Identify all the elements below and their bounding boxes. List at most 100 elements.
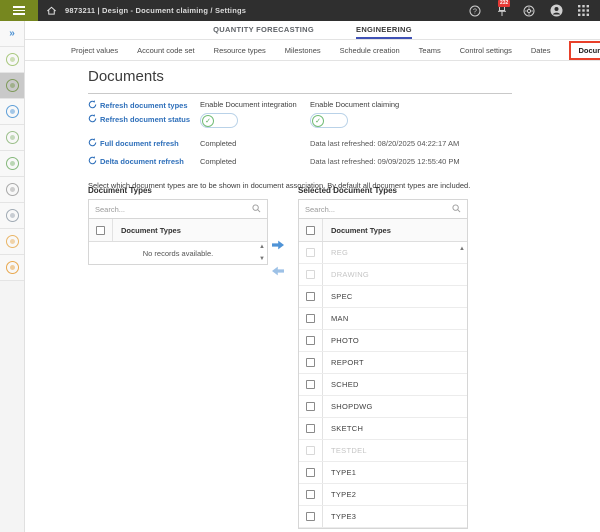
integration-toggle[interactable]: ✓	[200, 113, 238, 128]
module-document-icon[interactable]	[0, 203, 24, 229]
available-searchbox	[88, 199, 268, 219]
available-table-header: Document Types	[89, 219, 267, 242]
delta-refresh-info: Data last refreshed: 09/09/2025 12:55:40…	[310, 157, 512, 167]
subtab[interactable]: Schedule creation	[340, 46, 400, 55]
module-compliance-icon[interactable]	[0, 177, 24, 203]
module-gauge-icon[interactable]	[0, 47, 24, 73]
scroll-up-icon[interactable]: ▲	[259, 244, 265, 250]
subtab[interactable]: Teams	[419, 46, 441, 55]
row-checkbox[interactable]	[306, 248, 315, 257]
subtab[interactable]: Account code set	[137, 46, 195, 55]
document-type-row[interactable]: TESTDEL	[299, 440, 467, 462]
sidebar-expand-button[interactable]: »	[0, 21, 24, 47]
module-explore-icon[interactable]	[0, 255, 24, 281]
module-report-icon[interactable]	[0, 229, 24, 255]
page-title: Documents	[88, 68, 164, 85]
move-right-arrow-button[interactable]	[271, 237, 285, 247]
tabbar: QUANTITY FORECASTING ENGINEERING	[25, 21, 600, 40]
document-type-row[interactable]: TYPE1	[299, 462, 467, 484]
move-left-arrow-button[interactable]	[271, 263, 285, 273]
row-checkbox[interactable]	[306, 468, 315, 477]
available-list-title: Document Types	[88, 186, 268, 195]
pin-notification-icon[interactable]: 232	[495, 4, 509, 18]
document-type-row[interactable]: TYPE3	[299, 506, 467, 528]
document-type-row[interactable]: PHOTO	[299, 330, 467, 352]
select-all-checkbox[interactable]	[306, 226, 315, 235]
settings-section: Enable Document integration Enable Docum…	[88, 100, 512, 190]
help-icon[interactable]: ?	[468, 4, 482, 18]
selected-table: Document Types REG DRAWING	[298, 219, 468, 529]
selected-table-header: Document Types	[299, 219, 467, 242]
title-divider	[88, 93, 512, 94]
row-checkbox[interactable]	[306, 336, 315, 345]
refresh-icon	[88, 138, 97, 149]
account-icon[interactable]	[549, 4, 563, 18]
row-checkbox[interactable]	[306, 424, 315, 433]
selected-table-body: REG DRAWING SPEC MAN	[299, 242, 467, 528]
module-target-icon[interactable]	[0, 99, 24, 125]
full-refresh-info: Data last refreshed: 08/20/2025 04:22:17…	[310, 139, 512, 149]
available-search-input[interactable]	[95, 205, 252, 214]
claiming-toggle[interactable]: ✓	[310, 113, 348, 128]
apps-grid-icon[interactable]	[576, 4, 590, 18]
search-icon	[452, 200, 461, 218]
row-checkbox[interactable]	[306, 490, 315, 499]
integration-label: Enable Document integration	[200, 100, 310, 109]
subtab[interactable]: Dates	[531, 46, 551, 55]
menu-icon[interactable]	[0, 0, 38, 21]
module-control-icon[interactable]	[0, 73, 24, 99]
row-checkbox[interactable]	[306, 402, 315, 411]
column-header: Document Types	[323, 226, 391, 235]
document-type-row[interactable]: TYPE2	[299, 484, 467, 506]
row-checkbox[interactable]	[306, 380, 315, 389]
document-type-row[interactable]: MAN	[299, 308, 467, 330]
module-plan-icon[interactable]	[0, 151, 24, 177]
row-checkbox[interactable]	[306, 270, 315, 279]
document-type-row[interactable]: SKETCH	[299, 418, 467, 440]
selected-document-types-panel: Selected Document Types Document Types R…	[298, 186, 468, 532]
topbar: 9873211 | Design - Document claiming / S…	[0, 0, 600, 21]
document-type-row[interactable]: SCHED	[299, 374, 467, 396]
document-type-row[interactable]: SHOPDWG	[299, 396, 467, 418]
full-document-refresh-link[interactable]: Full document refresh	[88, 138, 179, 149]
breadcrumb: 9873211 | Design - Document claiming / S…	[65, 6, 246, 15]
settings-icon[interactable]	[522, 4, 536, 18]
tab[interactable]: ENGINEERING	[356, 21, 412, 39]
row-checkbox[interactable]	[306, 314, 315, 323]
module-estimate-icon[interactable]	[0, 125, 24, 151]
home-icon[interactable]	[46, 5, 57, 16]
refresh-icon	[88, 100, 97, 111]
sidebar-modules	[0, 47, 24, 281]
selected-search-input[interactable]	[305, 205, 452, 214]
tab[interactable]: QUANTITY FORECASTING	[213, 21, 314, 39]
claiming-label: Enable Document claiming	[310, 100, 512, 109]
subtab[interactable]: Resource types	[214, 46, 266, 55]
refresh-document-status-link[interactable]: Refresh document status	[88, 114, 200, 125]
document-type-row[interactable]: DRAWING	[299, 264, 467, 286]
available-table: Document Types No records available. ▲ ▼	[88, 219, 268, 265]
row-checkbox[interactable]	[306, 292, 315, 301]
refresh-document-types-link[interactable]: Refresh document types	[88, 100, 200, 111]
row-checkbox[interactable]	[306, 446, 315, 455]
row-checkbox[interactable]	[306, 512, 315, 521]
available-document-types-panel: Document Types Document Types No records…	[88, 186, 268, 265]
row-checkbox[interactable]	[306, 358, 315, 367]
refresh-links: Refresh document types Refresh document …	[88, 100, 200, 131]
scroll-down-icon[interactable]: ▼	[259, 256, 265, 262]
refresh-icon	[88, 156, 97, 167]
empty-message: No records available.	[143, 249, 213, 258]
topbar-actions: ? 232	[468, 4, 600, 18]
document-type-row[interactable]: SPEC	[299, 286, 467, 308]
subtab[interactable]: Project values	[71, 46, 118, 55]
document-type-row[interactable]: REG	[299, 242, 467, 264]
subtab[interactable]: Milestones	[285, 46, 321, 55]
column-header: Document Types	[113, 226, 181, 235]
delta-document-refresh-link[interactable]: Delta document refresh	[88, 156, 184, 167]
select-all-checkbox[interactable]	[96, 226, 105, 235]
document-type-row[interactable]: REPORT	[299, 352, 467, 374]
toggle-check-icon: ✓	[312, 115, 324, 127]
scroll-up-icon[interactable]: ▲	[459, 246, 465, 252]
subtab[interactable]: Documents	[569, 41, 600, 60]
transfer-controls	[271, 237, 285, 273]
subtab[interactable]: Control settings	[460, 46, 512, 55]
